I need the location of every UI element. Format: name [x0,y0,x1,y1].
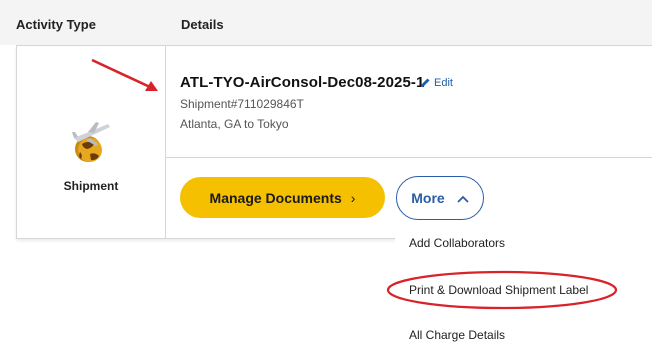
chevron-up-icon [445,190,469,206]
manage-documents-label: Manage Documents [209,189,342,206]
annotation-arrow [91,58,158,91]
menu-item-add-collaborators[interactable]: Add Collaborators [409,236,505,250]
more-button[interactable]: More [396,176,484,220]
pencil-icon [420,77,434,89]
more-label: More [411,190,445,206]
activity-type-label: Shipment [63,179,119,193]
shipment-details: ATL-TYO-AirConsol-Dec08-2025-1 Edit Ship… [166,46,652,158]
table-header-bar [0,0,652,45]
manage-documents-button[interactable]: Manage Documents › [180,177,385,218]
menu-item-all-charge-details[interactable]: All Charge Details [409,328,505,342]
shipment-globe-plane-icon [68,118,112,168]
shipment-route: Atlanta, GA to Tokyo [180,117,289,131]
edit-label: Edit [434,77,453,89]
edit-link[interactable]: Edit [420,77,453,89]
column-header-details: Details [181,17,224,32]
annotation-highlight-ellipse [386,270,618,310]
column-header-activity-type: Activity Type [16,17,96,32]
shipment-number: Shipment#711029846T [180,97,304,111]
shipment-title: ATL-TYO-AirConsol-Dec08-2025-1 [180,74,425,91]
chevron-right-icon: › [350,189,356,206]
